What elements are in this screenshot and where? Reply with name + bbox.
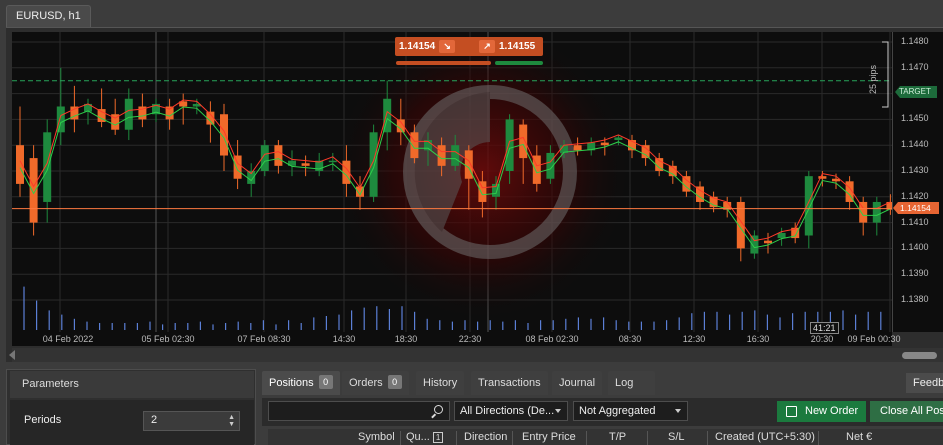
time-tick-label: 14:30 bbox=[332, 334, 356, 344]
time-tick-label: 04 Feb 2022 bbox=[42, 334, 94, 344]
bear-candle bbox=[859, 196, 868, 236]
search-input[interactable] bbox=[268, 401, 450, 421]
tabs-bar: Positions 0 Orders 0 History Transactions … bbox=[262, 369, 943, 397]
column-entry-price[interactable]: Entry Price bbox=[522, 431, 576, 443]
price-tick-label: 1.1450 bbox=[901, 113, 929, 124]
scrollbar-thumb[interactable] bbox=[902, 352, 937, 359]
positions-count-badge: 0 bbox=[318, 375, 333, 389]
time-axis[interactable]: 04 Feb 2022 05 Feb 02:30 07 Feb 08:30 14:30… bbox=[12, 332, 901, 346]
ask-price: 1.14155 bbox=[499, 41, 536, 52]
target-badge[interactable]: TARGET bbox=[895, 86, 937, 98]
pips-label: 25 pips bbox=[868, 64, 878, 94]
new-order-icon bbox=[786, 406, 797, 417]
buy-spread-bar bbox=[495, 61, 543, 65]
price-axis[interactable]: 1.14801.14701.14601.14501.14401.14301.14… bbox=[892, 32, 943, 332]
column-quantity[interactable]: Qu... 1 bbox=[406, 431, 444, 443]
bear-candle bbox=[301, 155, 310, 177]
close-all-positions-button[interactable]: Close All Pos bbox=[870, 401, 943, 422]
periods-label: Periods bbox=[24, 414, 62, 426]
column-take-profit[interactable]: T/P bbox=[609, 431, 626, 443]
bull-candle bbox=[315, 152, 324, 177]
bull-candle bbox=[288, 150, 296, 177]
bull-candle bbox=[750, 230, 759, 259]
time-tick-label: 07 Feb 08:30 bbox=[237, 334, 291, 344]
tab-orders[interactable]: Orders 0 bbox=[342, 371, 409, 395]
chart-canvas bbox=[12, 22, 895, 332]
time-tick-label: 12:30 bbox=[682, 334, 706, 344]
price-tick-label: 1.1430 bbox=[901, 165, 929, 175]
column-symbol[interactable]: Symbol bbox=[358, 431, 395, 443]
price-tick-label: 1.1470 bbox=[901, 61, 929, 72]
current-price-badge: 1.14154 bbox=[893, 202, 939, 214]
bear-candle bbox=[29, 145, 38, 236]
price-tick-label: 1.1440 bbox=[901, 139, 929, 150]
arrow-down-right-icon: ↘ bbox=[439, 39, 456, 53]
orders-count-badge: 0 bbox=[387, 375, 402, 389]
time-tick-label: 20:30 bbox=[810, 334, 834, 344]
bid-price: 1.14154 bbox=[399, 41, 436, 52]
parameters-title[interactable]: Parameters bbox=[10, 371, 254, 398]
time-tick-label: 22:30 bbox=[458, 334, 482, 344]
chevron-down-icon bbox=[555, 409, 561, 413]
bear-candle bbox=[16, 106, 24, 197]
tab-positions[interactable]: Positions 0 bbox=[262, 371, 340, 395]
bull-candle bbox=[152, 98, 160, 122]
time-tick-label: 05 Feb 02:30 bbox=[141, 334, 195, 344]
bear-candle bbox=[709, 191, 718, 213]
tab-journal[interactable]: Journal bbox=[552, 371, 603, 395]
column-net-eur[interactable]: Net € bbox=[846, 431, 872, 443]
chevron-down-icon bbox=[675, 409, 681, 413]
periods-value: 2 bbox=[151, 414, 158, 426]
directions-dropdown[interactable]: All Directions (De... bbox=[454, 401, 568, 421]
bull-candle bbox=[369, 124, 378, 202]
aggregation-dropdown[interactable]: Not Aggregated bbox=[573, 401, 688, 421]
price-tick-label: 1.1410 bbox=[901, 216, 929, 227]
candle-countdown: 41:21 bbox=[810, 322, 839, 334]
time-tick-label: 18:30 bbox=[394, 334, 418, 344]
time-tick-label: 08 Feb 02:30 bbox=[525, 334, 579, 344]
bull-candle bbox=[777, 227, 786, 246]
bear-candle bbox=[723, 196, 732, 218]
time-tick-label: 16:30 bbox=[746, 334, 770, 344]
sell-spread-bar bbox=[396, 61, 491, 65]
trading-app: EURUSD, h1 1.1480 1.1470 1.1450 1.1440 1… bbox=[0, 0, 943, 445]
bear-candle bbox=[97, 88, 106, 128]
tab-history[interactable]: History bbox=[416, 371, 465, 395]
search-icon[interactable] bbox=[434, 405, 443, 414]
price-tick-label: 1.1400 bbox=[901, 242, 929, 253]
price-tick-label: 1.1480 bbox=[901, 36, 929, 46]
column-stop-loss[interactable]: S/L bbox=[668, 431, 685, 443]
tab-log[interactable]: Log bbox=[608, 371, 655, 395]
pips-bracket bbox=[882, 41, 889, 108]
price-tick-label: 1.1420 bbox=[901, 190, 929, 201]
feedback-button[interactable]: Feedb bbox=[906, 373, 943, 393]
sort-order-badge: 1 bbox=[432, 432, 444, 443]
arrow-up-right-icon: ↗ bbox=[479, 39, 495, 53]
chart-tab[interactable]: EURUSD, h1 bbox=[6, 5, 91, 27]
price-chart[interactable] bbox=[12, 22, 895, 332]
price-tick-label: 1.1380 bbox=[901, 294, 929, 304]
periods-stepper[interactable]: 2 ▲ ▼ bbox=[143, 411, 240, 431]
spinner-arrows-icon[interactable]: ▲ ▼ bbox=[228, 414, 235, 428]
time-tick-label: 09 Feb 00:30 bbox=[847, 334, 901, 344]
bear-candle bbox=[138, 93, 147, 128]
new-order-button[interactable]: New Order bbox=[777, 401, 866, 422]
bull-candle bbox=[124, 88, 133, 141]
scroll-left-icon[interactable] bbox=[9, 350, 15, 360]
buy-button[interactable]: ↗ 1.14155 bbox=[471, 37, 543, 56]
time-tick-label: 08:30 bbox=[618, 334, 642, 344]
column-created[interactable]: Created (UTC+5:30) bbox=[715, 431, 815, 443]
bear-candle bbox=[791, 222, 800, 244]
bull-candle bbox=[872, 196, 881, 236]
chart-scrollbar[interactable] bbox=[9, 348, 943, 362]
tab-transactions[interactable]: Transactions bbox=[471, 371, 548, 395]
price-tick-label: 1.1390 bbox=[901, 268, 929, 279]
column-direction[interactable]: Direction bbox=[464, 431, 507, 443]
